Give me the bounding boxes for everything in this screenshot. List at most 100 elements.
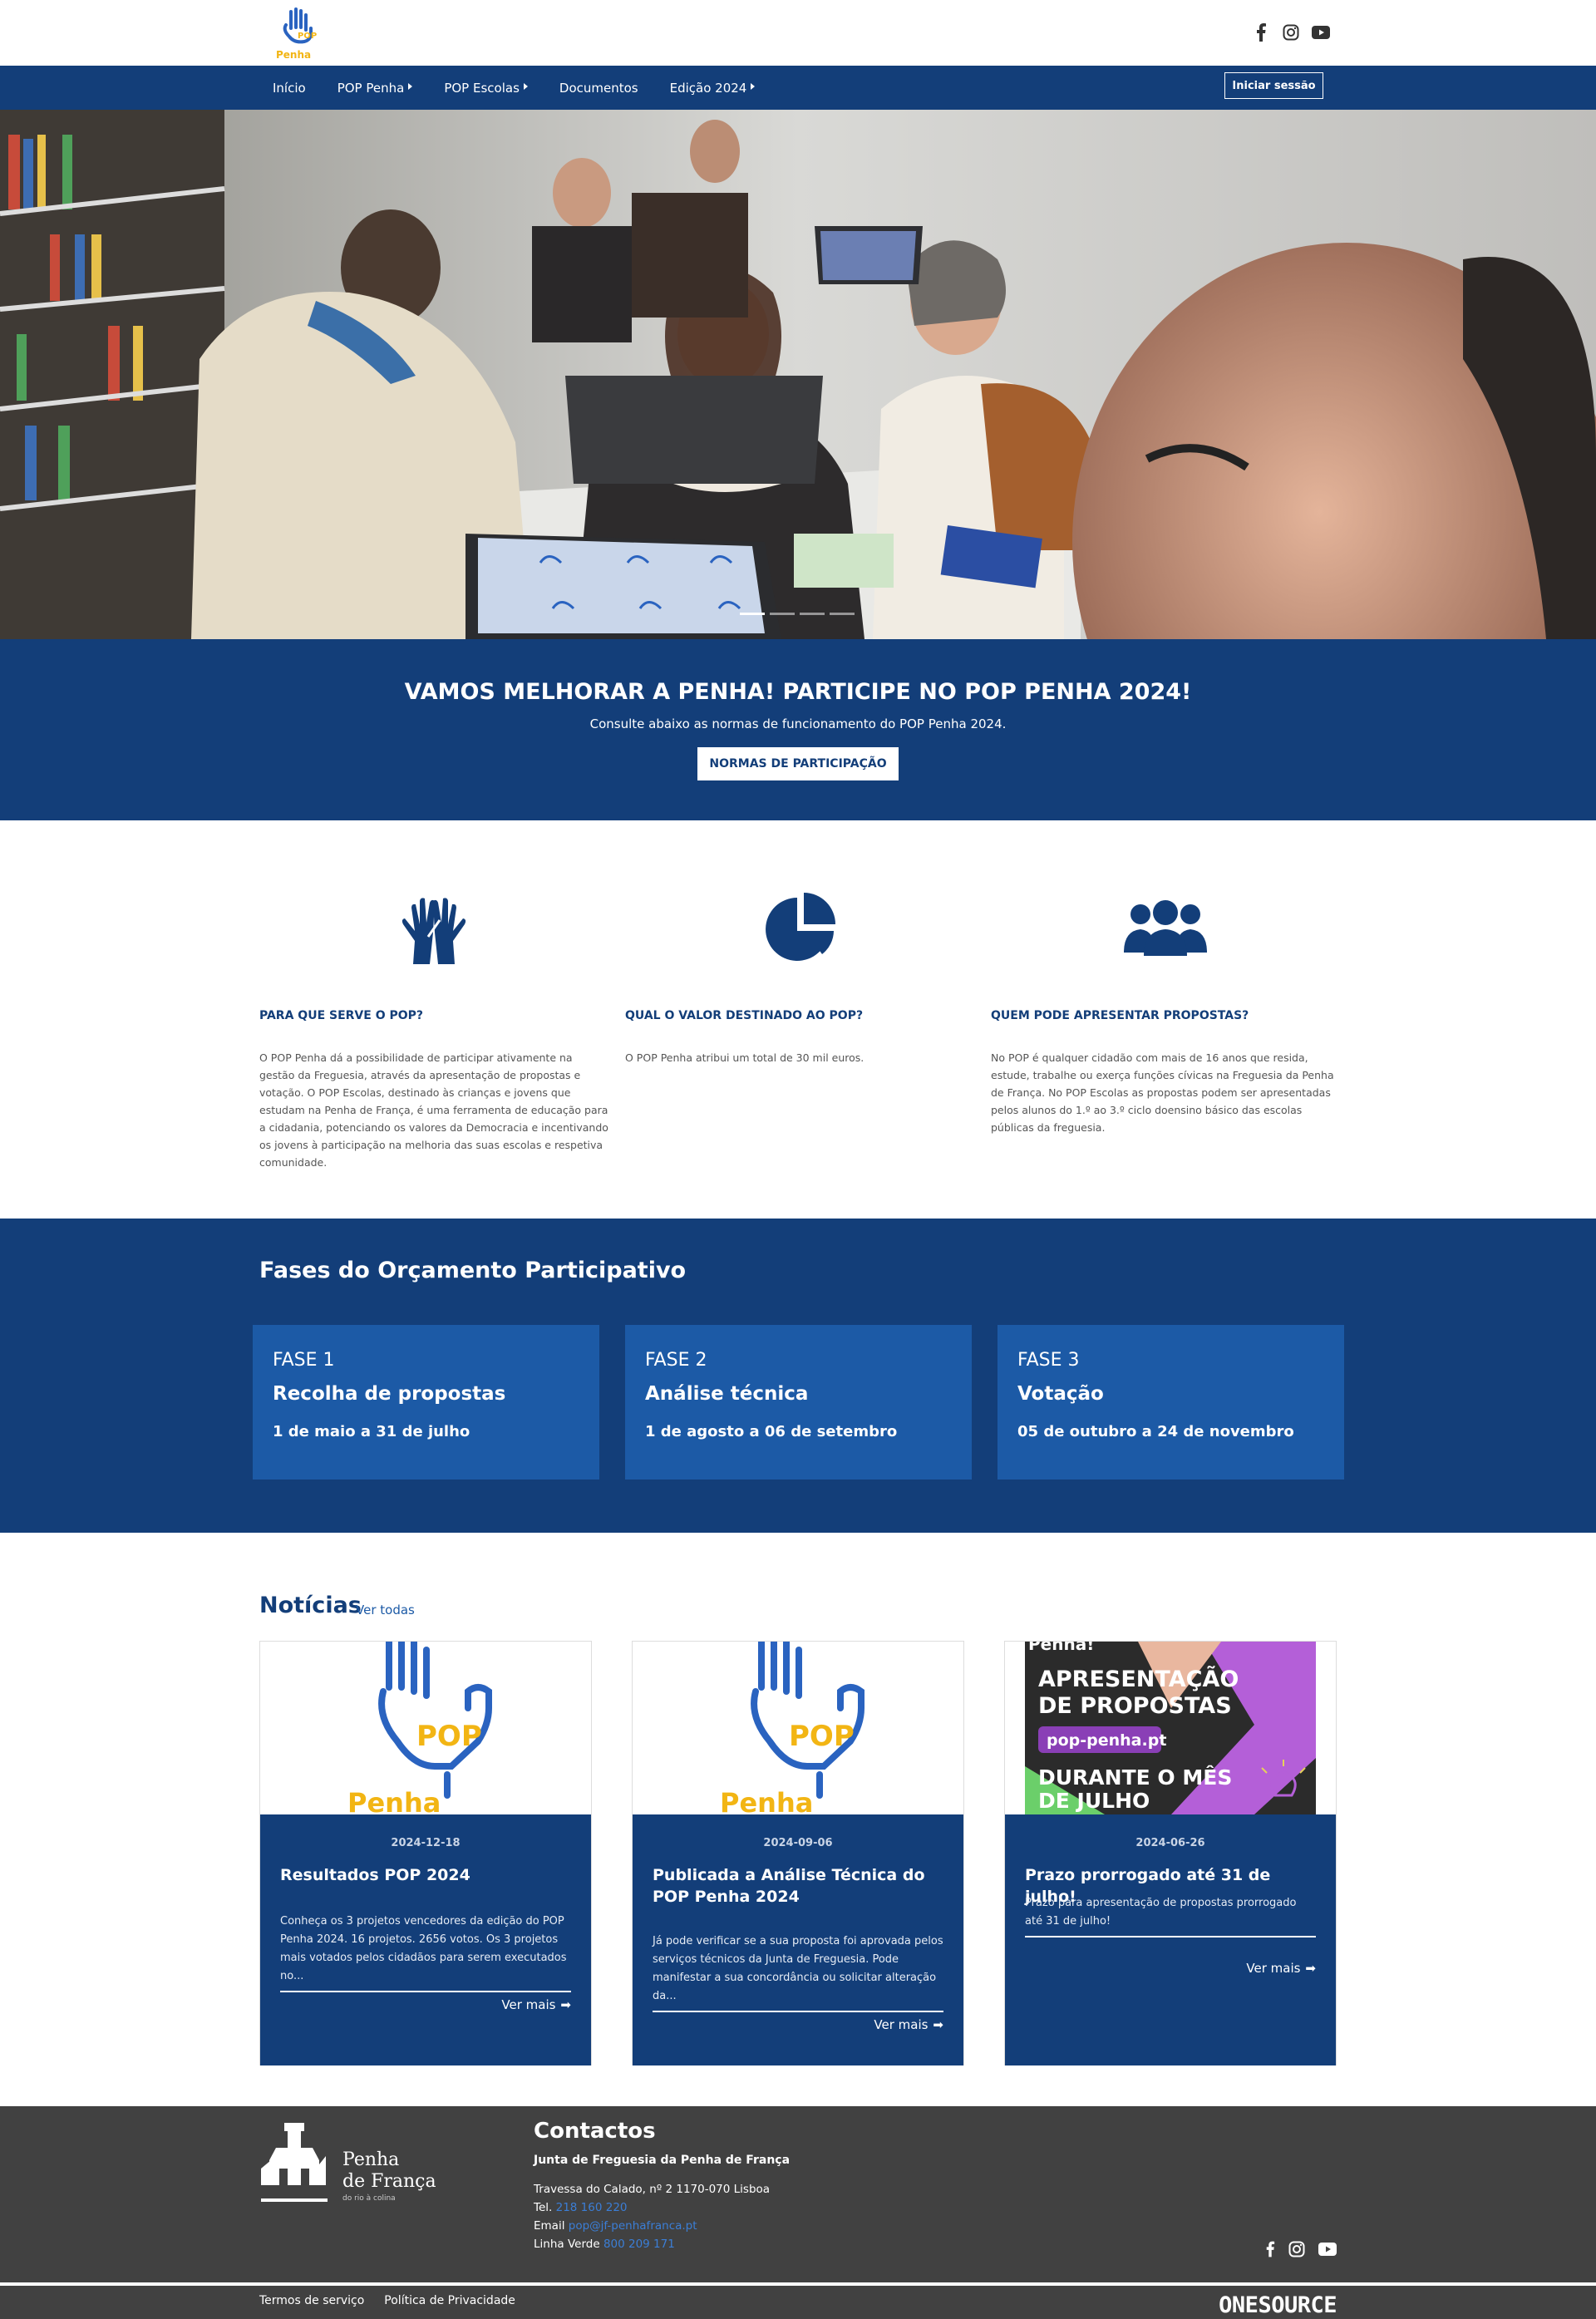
svg-text:do rio à colina: do rio à colina	[342, 2194, 396, 2203]
contacts-block: Contactos Junta de Freguesia da Penha de…	[534, 2119, 790, 2253]
email-link[interactable]: pop@jf-penhafranca.pt	[569, 2219, 697, 2233]
nav-item-edicao-2024[interactable]: Edição 2024	[670, 81, 756, 96]
svg-text:APRESENTAÇÃO: APRESENTAÇÃO	[1038, 1666, 1239, 1692]
arrow-right-icon: ➡	[933, 2017, 943, 2032]
facebook-icon[interactable]	[1252, 23, 1270, 42]
phase-name: Recolha de propostas	[273, 1383, 506, 1405]
users-icon	[991, 891, 1340, 974]
news-title[interactable]: Resultados POP 2024	[280, 1864, 571, 1886]
instagram-icon[interactable]	[1288, 2241, 1305, 2261]
news-card[interactable]: Penha! APRESENTAÇÃO DE PROPOSTAS pop-pen…	[1004, 1641, 1337, 2065]
address: Travessa do Calado, nº 2 1170-070 Lisboa	[534, 2183, 771, 2196]
facebook-icon[interactable]	[1265, 2241, 1275, 2261]
penha-de-franca-logo[interactable]: Penha de França do rio à colina	[259, 2119, 442, 2210]
main-navbar: Início POP Penha POP Escolas Documentos …	[0, 66, 1596, 110]
social-links-footer	[1265, 2241, 1337, 2261]
caret-right-icon	[408, 82, 413, 90]
green-line: Linha Verde 800 209 171	[534, 2238, 675, 2251]
feature-text: No POP é qualquer cidadão com mais de 16…	[991, 1051, 1334, 1134]
news-card-body: 2024-06-26 Prazo prorrogado até 31 de ju…	[1005, 1814, 1336, 2065]
org-name: Junta de Freguesia da Penha de França	[534, 2154, 791, 2167]
svg-text:Penha!: Penha!	[1028, 1642, 1094, 1654]
carousel-dot[interactable]	[830, 613, 855, 615]
banner-title: VAMOS MELHORAR A PENHA! PARTICIPE NO POP…	[404, 679, 1192, 705]
feature-text: O POP Penha atribui um total de 30 mil e…	[625, 1051, 864, 1064]
news-excerpt: Já pode verificar se a sua proposta foi …	[653, 1932, 943, 2012]
news-image: POP Penha	[260, 1642, 591, 1814]
phase-name: Votação	[1017, 1383, 1104, 1405]
news-date: 2024-09-06	[763, 1837, 833, 1849]
feature-title: QUEM PODE APRESENTAR PROPOSTAS?	[991, 1009, 1249, 1022]
cta-banner: VAMOS MELHORAR A PENHA! PARTICIPE NO POP…	[0, 639, 1596, 820]
nav-item-pop-penha[interactable]: POP Penha	[337, 81, 413, 96]
arrow-right-icon: ➡	[1305, 1961, 1316, 1976]
svg-text:POP: POP	[789, 1720, 855, 1753]
nav-menu: Início POP Penha POP Escolas Documentos …	[273, 66, 756, 110]
onesource-logo[interactable]: ONESOURCE	[1219, 2292, 1337, 2318]
hero-carousel[interactable]	[0, 110, 1596, 639]
read-more-link[interactable]: Ver mais ➡	[501, 1997, 571, 2012]
carousel-dot[interactable]	[770, 613, 795, 615]
svg-text:de França: de França	[342, 2171, 436, 2192]
read-more-link[interactable]: Ver mais ➡	[1246, 1961, 1316, 1976]
phase-number: FASE 1	[273, 1350, 335, 1371]
banner-subtitle: Consulte abaixo as normas de funcionamen…	[589, 716, 1007, 731]
news-card-body: 2024-12-18 Resultados POP 2024 Conheça o…	[260, 1814, 591, 2065]
svg-text:DURANTE O MÊS: DURANTE O MÊS	[1038, 1765, 1232, 1790]
see-all-news-link[interactable]: Ver todas	[356, 1603, 415, 1617]
terms-link[interactable]: Termos de serviço	[259, 2294, 364, 2307]
carousel-dot[interactable]	[800, 613, 825, 615]
phone-line: Tel. 218 160 220	[534, 2201, 628, 2214]
site-footer: Penha de França do rio à colina Contacto…	[0, 2106, 1596, 2282]
svg-text:Penha: Penha	[347, 1787, 441, 1814]
read-more-link[interactable]: Ver mais ➡	[874, 2017, 943, 2032]
svg-text:DE PROPOSTAS: DE PROPOSTAS	[1038, 1693, 1232, 1719]
social-links-top	[1252, 23, 1330, 42]
nav-item-inicio[interactable]: Início	[273, 81, 306, 96]
nav-item-documentos[interactable]: Documentos	[559, 81, 638, 96]
carousel-indicators	[740, 613, 855, 615]
phone-link[interactable]: 218 160 220	[556, 2201, 628, 2214]
news-excerpt: Prazo para apresentação de propostas pro…	[1025, 1894, 1316, 1937]
youtube-icon[interactable]	[1312, 23, 1330, 42]
news-date: 2024-12-18	[391, 1837, 461, 1849]
svg-text:pop-penha.pt: pop-penha.pt	[1047, 1731, 1166, 1750]
legal-links: Termos de serviço Política de Privacidad…	[259, 2294, 515, 2307]
carousel-dot[interactable]	[740, 613, 765, 615]
feature-title: QUAL O VALOR DESTINADO AO POP?	[625, 1009, 864, 1022]
privacy-link[interactable]: Política de Privacidade	[384, 2294, 515, 2307]
info-section: PARA QUE SERVE O POP? O POP Penha dá a p…	[0, 820, 1596, 1219]
phase-card: FASE 3 Votação 05 de outubro a 24 de nov…	[998, 1325, 1344, 1480]
hero-photo	[0, 110, 1596, 639]
news-title: Notícias	[259, 1593, 362, 1618]
pop-penha-logo[interactable]: POP Penha	[273, 7, 323, 62]
youtube-icon[interactable]	[1318, 2243, 1337, 2259]
instagram-icon[interactable]	[1282, 23, 1300, 42]
news-excerpt: Conheça os 3 projetos vencedores da ediç…	[280, 1913, 571, 1992]
phase-dates: 05 de outubro a 24 de novembro	[1017, 1423, 1294, 1440]
news-image: POP Penha	[633, 1642, 963, 1814]
news-card[interactable]: POP Penha 2024-12-18 Resultados POP 2024…	[259, 1641, 592, 2065]
phases-title: Fases do Orçamento Participativo	[259, 1258, 687, 1283]
svg-text:Penha: Penha	[276, 49, 311, 61]
pie-chart-icon	[625, 891, 974, 974]
news-card[interactable]: POP Penha 2024-09-06 Publicada a Análise…	[632, 1641, 964, 2065]
feature-text: O POP Penha dá a possibilidade de partic…	[259, 1051, 608, 1169]
phase-name: Análise técnica	[645, 1383, 809, 1405]
news-image: Penha! APRESENTAÇÃO DE PROPOSTAS pop-pen…	[1005, 1642, 1336, 1814]
news-date: 2024-06-26	[1135, 1837, 1205, 1849]
phase-number: FASE 2	[645, 1350, 707, 1371]
svg-text:POP: POP	[416, 1720, 482, 1753]
svg-text:Penha: Penha	[342, 2149, 399, 2170]
nav-item-pop-escolas[interactable]: POP Escolas	[444, 81, 528, 96]
raised-hands-icon	[259, 891, 608, 974]
svg-text:DE JULHO: DE JULHO	[1038, 1789, 1150, 1813]
phase-dates: 1 de agosto a 06 de setembro	[645, 1423, 898, 1440]
footer-bottom-bar: Termos de serviço Política de Privacidad…	[0, 2282, 1596, 2319]
green-line-link[interactable]: 800 209 171	[603, 2238, 675, 2251]
news-title[interactable]: Publicada a Análise Técnica do POP Penha…	[653, 1864, 943, 1908]
feature-title: PARA QUE SERVE O POP?	[259, 1009, 424, 1022]
participation-rules-button[interactable]: NORMAS DE PARTICIPAÇÃO	[697, 747, 899, 780]
news-card-body: 2024-09-06 Publicada a Análise Técnica d…	[633, 1814, 963, 2065]
login-button[interactable]: Iniciar sessão	[1224, 72, 1323, 99]
